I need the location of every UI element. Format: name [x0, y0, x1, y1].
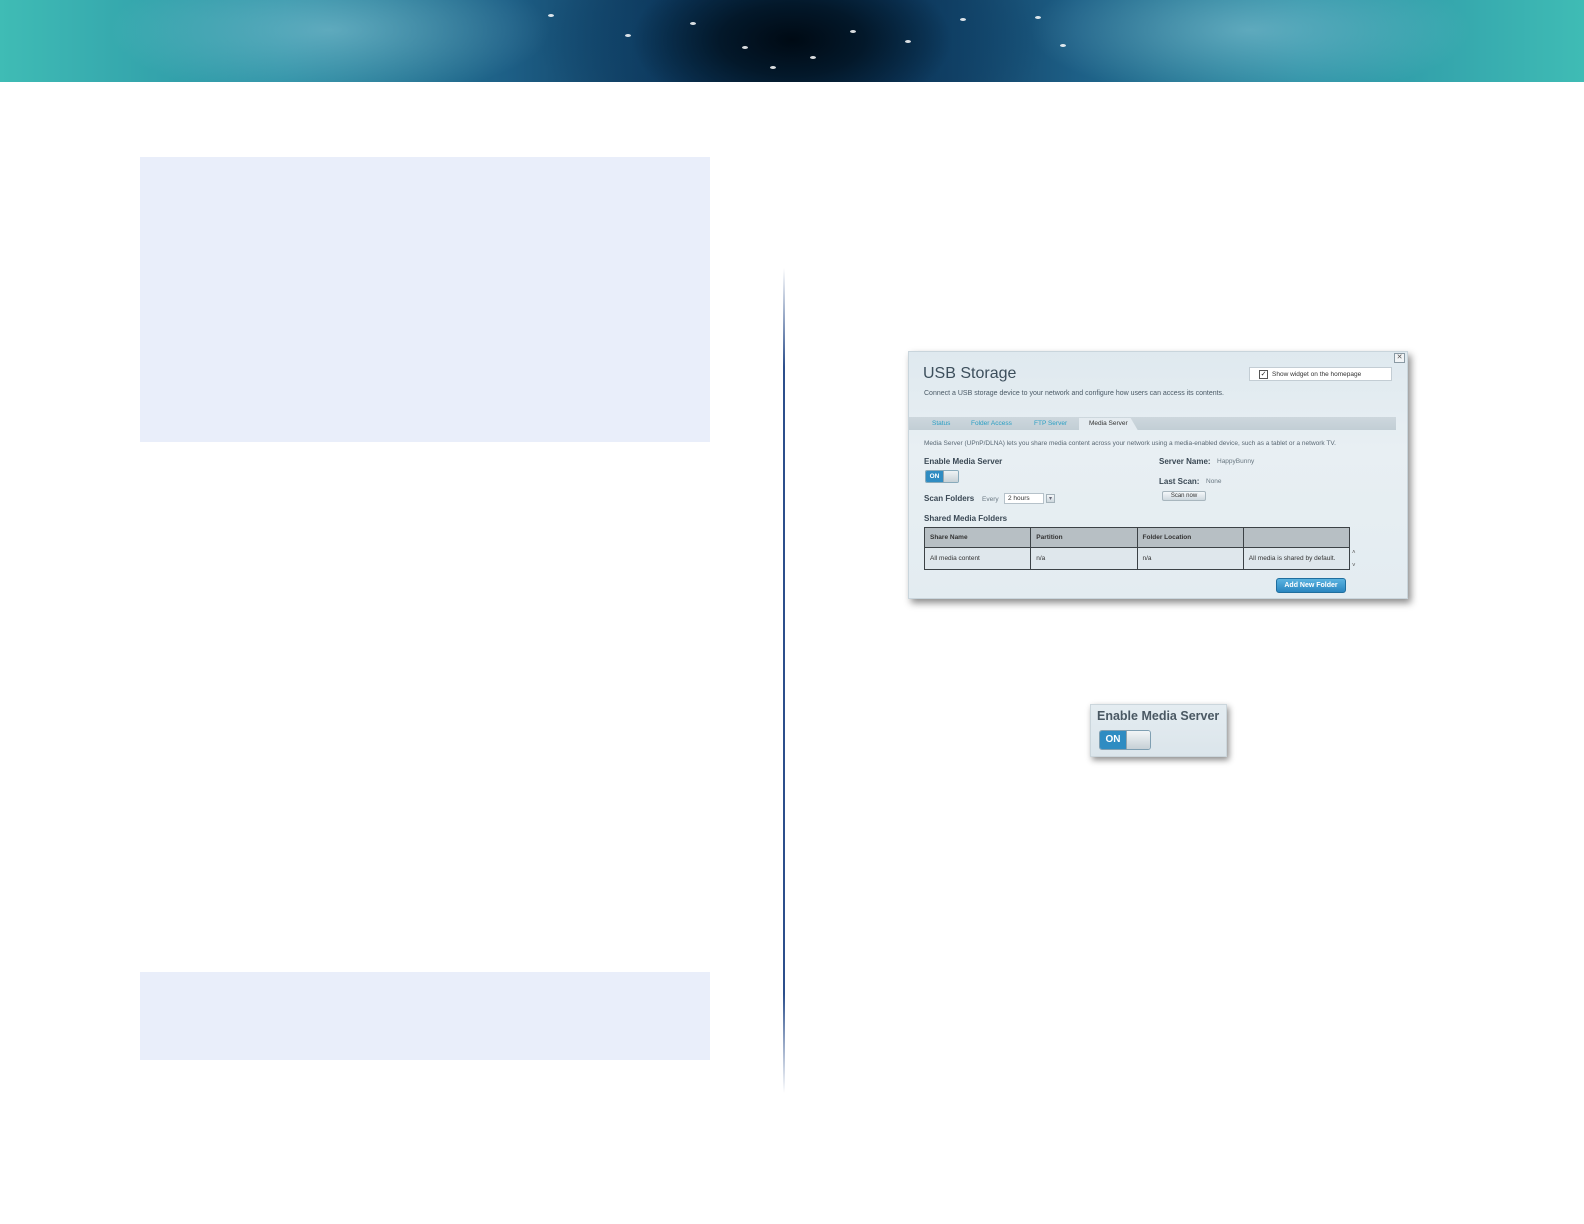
- show-widget-label: Show widget on the homepage: [1272, 370, 1362, 378]
- scan-now-button[interactable]: Scan now: [1162, 491, 1206, 501]
- banner-sparkle: [810, 56, 816, 59]
- toggle-knob: [943, 471, 958, 482]
- shared-media-folders-label: Shared Media Folders: [924, 514, 1008, 523]
- usb-storage-widget: ✕ USB Storage Connect a USB storage devi…: [908, 351, 1408, 599]
- last-scan-value: None: [1206, 478, 1222, 485]
- scan-folders-label: Scan Folders: [924, 494, 975, 503]
- note-panel-top: [140, 157, 710, 442]
- server-name-value: HappyBunny: [1217, 458, 1255, 465]
- tab-folder-access[interactable]: Folder Access: [971, 418, 1012, 430]
- tab-status[interactable]: Status: [932, 418, 950, 430]
- callout-toggle[interactable]: ON: [1099, 730, 1151, 750]
- scroll-down-icon[interactable]: ˅: [1352, 563, 1356, 569]
- banner-sparkle: [548, 14, 554, 17]
- note-panel-bottom: [140, 972, 710, 1060]
- scroll-up-icon[interactable]: ˄: [1352, 550, 1356, 556]
- tab-ftp-server[interactable]: FTP Server: [1034, 418, 1067, 430]
- banner-sparkle: [960, 18, 966, 21]
- column-header-share-name: Share Name: [923, 527, 1032, 548]
- column-header-notes: [1242, 527, 1351, 548]
- last-scan-label: Last Scan:: [1159, 477, 1200, 486]
- widget-description: Connect a USB storage device to your net…: [924, 390, 1224, 397]
- banner-sparkle: [625, 34, 631, 37]
- cell-share-name: All media content: [923, 547, 1032, 570]
- chevron-down-icon[interactable]: ▾: [1046, 494, 1055, 503]
- callout-toggle-knob: [1126, 731, 1150, 749]
- close-icon[interactable]: ✕: [1394, 353, 1405, 363]
- table-header-row: Share Name Partition Folder Location: [923, 527, 1351, 548]
- every-label: Every: [982, 496, 999, 503]
- column-divider: [783, 268, 785, 1093]
- add-new-folder-button[interactable]: Add New Folder: [1276, 578, 1346, 593]
- column-header-partition: Partition: [1030, 527, 1138, 548]
- enable-media-server-toggle[interactable]: ON: [925, 470, 959, 483]
- banner-sparkle: [690, 22, 696, 25]
- tab-media-server[interactable]: Media Server: [1079, 418, 1138, 430]
- checkmark-icon[interactable]: ✓: [1259, 369, 1268, 379]
- callout-title: Enable Media Server: [1097, 709, 1220, 723]
- banner-sparkle: [905, 40, 911, 43]
- enable-media-server-callout: Enable Media Server ON: [1090, 704, 1227, 757]
- banner-sparkle: [1035, 16, 1041, 19]
- cell-partition: n/a: [1030, 547, 1138, 570]
- column-header-folder-location: Folder Location: [1136, 527, 1244, 548]
- banner-sparkle: [770, 66, 776, 69]
- widget-title: USB Storage: [923, 365, 1017, 382]
- banner-sparkle: [1060, 44, 1066, 47]
- cell-folder-location: n/a: [1136, 547, 1244, 570]
- banner-sparkle: [850, 30, 856, 33]
- server-name-label: Server Name:: [1159, 457, 1211, 466]
- media-server-intro: Media Server (UPnP/DLNA) lets you share …: [924, 440, 1336, 447]
- toggle-on-label: ON: [926, 471, 943, 482]
- callout-toggle-on-label: ON: [1100, 731, 1126, 749]
- cell-note: All media is shared by default.: [1242, 547, 1351, 570]
- table-row[interactable]: All media content n/a n/a All media is s…: [923, 547, 1351, 570]
- scan-interval-select[interactable]: 2 hours: [1004, 493, 1044, 504]
- show-widget-checkbox[interactable]: ✓ Show widget on the homepage: [1249, 367, 1392, 381]
- shared-folders-table: Share Name Partition Folder Location All…: [923, 527, 1351, 570]
- enable-media-server-label: Enable Media Server: [924, 457, 1003, 466]
- banner-sparkle: [742, 46, 748, 49]
- header-banner: [0, 0, 1584, 82]
